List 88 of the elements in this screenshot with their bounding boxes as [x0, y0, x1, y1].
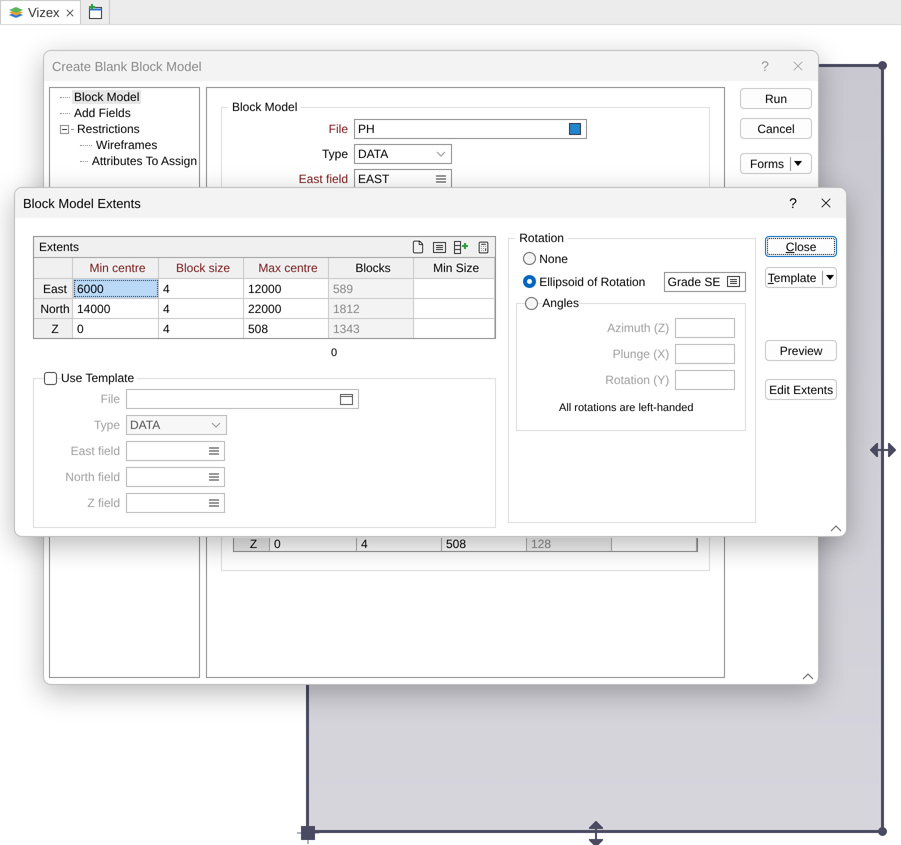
list-icon [436, 174, 446, 184]
radio-button[interactable] [525, 296, 538, 310]
dialog-button[interactable]: Edit Extents [765, 379, 837, 400]
vertex-handle[interactable] [878, 827, 887, 836]
tree-item[interactable]: Attributes To Assign [90, 154, 199, 168]
input-field[interactable]: PH [354, 119, 587, 139]
close-icon[interactable] [64, 6, 76, 18]
row-header: Z [34, 319, 73, 338]
resize-horizontal-icon[interactable] [870, 443, 896, 457]
tab-label: Vizex [28, 5, 60, 20]
checkbox[interactable] [44, 372, 57, 384]
grid-title: Extents [39, 240, 80, 254]
total-label: 0 [331, 347, 338, 359]
list-icon [209, 498, 219, 508]
tree-item[interactable]: Add Fields [72, 106, 133, 120]
caret-icon[interactable] [826, 275, 834, 280]
window-title: Block Model Extents [23, 196, 142, 210]
document-tab[interactable]: Vizex [0, 0, 81, 24]
tree-item[interactable]: Wireframes [94, 138, 160, 152]
window-icon[interactable] [340, 394, 353, 404]
input-field[interactable] [675, 370, 736, 390]
field-label: File [100, 392, 120, 406]
new-file-icon[interactable] [411, 240, 426, 254]
dialog-button[interactable]: Close [765, 236, 837, 257]
column-header[interactable]: Max centre [244, 258, 329, 278]
list-icon [209, 472, 219, 482]
radio-button[interactable] [523, 275, 536, 288]
type-dropdown[interactable]: DATA [126, 415, 227, 435]
layers-icon [8, 6, 24, 19]
new-window-icon[interactable] [86, 4, 103, 20]
column-header[interactable]: Min Size [414, 258, 496, 278]
input-field[interactable] [675, 344, 736, 364]
calculator-icon[interactable] [477, 240, 490, 254]
chevron-down-icon[interactable] [211, 422, 221, 428]
column-header[interactable]: Min centre [73, 258, 159, 278]
chevron-down-icon[interactable] [436, 151, 446, 157]
column-header[interactable]: Block size [159, 258, 244, 278]
resize-grip-icon[interactable] [802, 672, 814, 680]
table-cell[interactable]: 6000 [73, 279, 159, 298]
field-label: Rotation (Y) [604, 373, 670, 387]
dialog-button[interactable]: Preview [765, 340, 837, 361]
column-header[interactable]: Blocks [329, 258, 414, 278]
list-icon[interactable] [433, 242, 446, 252]
radio-button[interactable] [523, 252, 536, 265]
row-header: East [34, 279, 73, 298]
group-title: Rotation [515, 231, 568, 245]
input-field[interactable] [126, 389, 359, 409]
tree-item[interactable]: Block Model [72, 90, 142, 104]
window-title: Create Blank Block Model [52, 58, 203, 74]
table-cell: 128 [527, 538, 612, 551]
dialog-button[interactable]: Run [740, 88, 812, 109]
field-label: Type [320, 147, 348, 161]
field-label: East field [298, 172, 348, 186]
list-icon[interactable] [727, 276, 740, 287]
row-header: North [34, 299, 73, 318]
field-label: North field [64, 470, 120, 484]
field-label: File [328, 122, 348, 136]
field-label: East field [70, 444, 120, 458]
caret-icon[interactable] [794, 161, 802, 166]
field-label: Plunge (X) [612, 347, 670, 361]
radio-label[interactable]: None [539, 252, 568, 266]
help-button[interactable]: ? [770, 195, 816, 211]
vertex-handle[interactable] [878, 61, 887, 70]
resize-grip-icon[interactable] [830, 524, 842, 532]
type-dropdown[interactable]: DATA [354, 144, 452, 164]
field-label: Type [92, 418, 120, 432]
checkbox-label[interactable]: Use Template [61, 371, 138, 385]
field-label: Z field [86, 496, 120, 510]
input-field[interactable] [126, 467, 225, 487]
group-title: Block Model [228, 100, 302, 114]
input-field[interactable] [126, 493, 225, 513]
color-swatch-icon[interactable] [569, 123, 581, 135]
input-field[interactable] [675, 318, 736, 338]
split-button[interactable]: Forms [740, 153, 812, 174]
split-button[interactable]: Template [765, 267, 837, 288]
add-column-icon[interactable] [454, 240, 470, 254]
row-header: Z [234, 538, 270, 551]
tree-item[interactable]: Restrictions [75, 122, 142, 136]
rotation-note: All rotations are left-handed [558, 402, 695, 414]
dialog-button[interactable]: Cancel [740, 118, 812, 139]
input-field[interactable]: Grade SE [664, 272, 746, 292]
input-field[interactable]: EAST [354, 169, 452, 189]
resize-vertical-icon[interactable] [589, 821, 603, 845]
collapse-icon[interactable] [60, 124, 69, 134]
input-field[interactable] [126, 441, 225, 461]
field-label: Azimuth (Z) [606, 321, 670, 335]
radio-label[interactable]: Angles [542, 296, 579, 310]
list-icon [209, 446, 219, 456]
